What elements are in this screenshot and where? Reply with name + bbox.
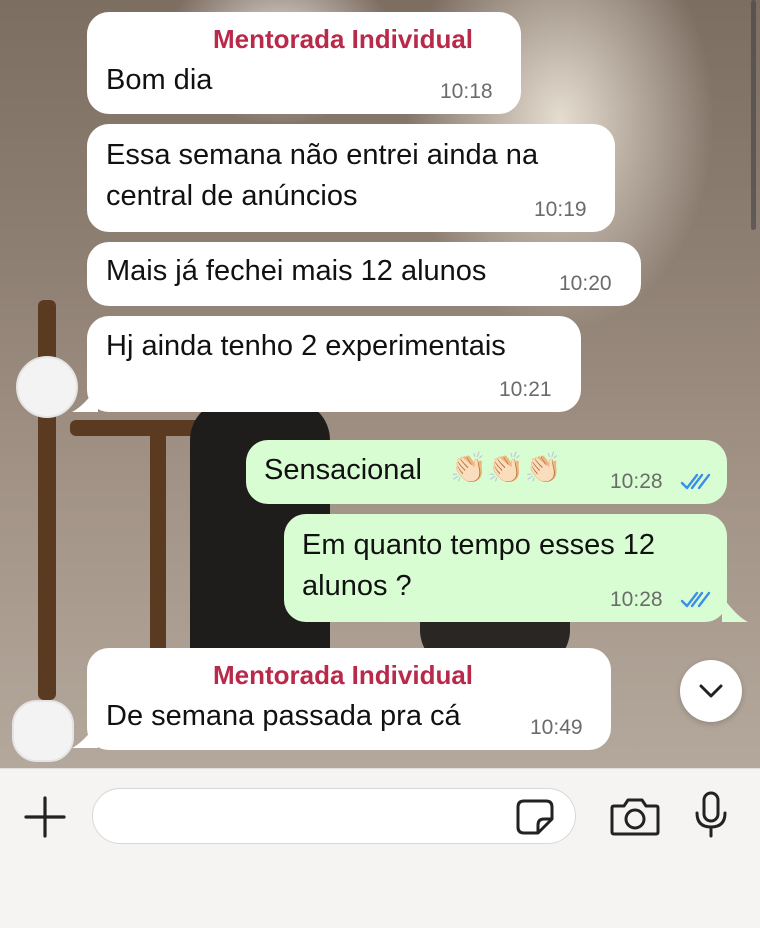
message-time: 10:20 xyxy=(559,272,612,295)
avatar[interactable] xyxy=(16,356,78,418)
redacted-sender-name xyxy=(103,26,199,54)
message-bubble-incoming[interactable]: Mentorada Individual Bom dia 10:18 xyxy=(87,12,521,114)
wallpaper-chair-leg xyxy=(150,420,166,680)
clapping-hands-emoji: 👏🏻👏🏻👏🏻 xyxy=(450,451,563,486)
microphone-icon[interactable] xyxy=(694,791,728,839)
message-time: 10:28 xyxy=(610,470,663,493)
bubble-tail xyxy=(722,596,748,622)
scrollbar[interactable] xyxy=(751,0,756,230)
avatar[interactable] xyxy=(12,700,74,762)
message-input[interactable] xyxy=(92,788,576,844)
message-bubble-incoming[interactable]: Hj ainda tenho 2 experimentais 10:21 xyxy=(87,316,581,412)
message-text: Em quanto tempo esses 12 xyxy=(302,529,656,561)
message-time: 10:28 xyxy=(610,588,663,611)
bubble-tail xyxy=(72,722,98,748)
read-ticks-icon xyxy=(680,473,711,490)
plus-icon[interactable] xyxy=(22,794,68,840)
message-bubble-outgoing[interactable]: Em quanto tempo esses 12 alunos ? 10:28 xyxy=(284,514,727,622)
message-bubble-outgoing[interactable]: Sensacional 👏🏻👏🏻👏🏻 10:28 xyxy=(246,440,727,504)
message-text: Bom dia xyxy=(106,64,213,96)
message-bubble-incoming[interactable]: Mais já fechei mais 12 alunos 10:20 xyxy=(87,242,641,306)
camera-icon[interactable] xyxy=(610,796,660,836)
message-text: Essa semana não entrei ainda na xyxy=(106,139,539,171)
message-bubble-incoming[interactable]: Essa semana não entrei ainda na central … xyxy=(87,124,615,232)
message-time: 10:49 xyxy=(530,716,583,739)
message-text: central de anúncios xyxy=(106,180,358,212)
message-time: 10:19 xyxy=(534,198,587,221)
sender-name: Mentorada Individual xyxy=(213,24,474,54)
sender-name: Mentorada Individual xyxy=(213,660,474,690)
message-text: Hj ainda tenho 2 experimentais xyxy=(106,330,506,362)
redacted-sender-name xyxy=(103,662,199,690)
read-ticks-icon xyxy=(680,591,711,608)
chevron-down-icon xyxy=(699,684,723,698)
message-text: Mais já fechei mais 12 alunos xyxy=(106,255,487,287)
scroll-to-bottom-button[interactable] xyxy=(680,660,742,722)
message-text: De semana passada pra cá xyxy=(106,700,461,732)
message-time: 10:18 xyxy=(440,80,493,103)
message-text: Sensacional xyxy=(264,454,422,486)
message-bubble-incoming[interactable]: Mentorada Individual De semana passada p… xyxy=(87,648,611,750)
message-time: 10:21 xyxy=(499,378,552,401)
sticker-icon[interactable] xyxy=(516,799,554,835)
message-text: alunos ? xyxy=(302,570,412,602)
